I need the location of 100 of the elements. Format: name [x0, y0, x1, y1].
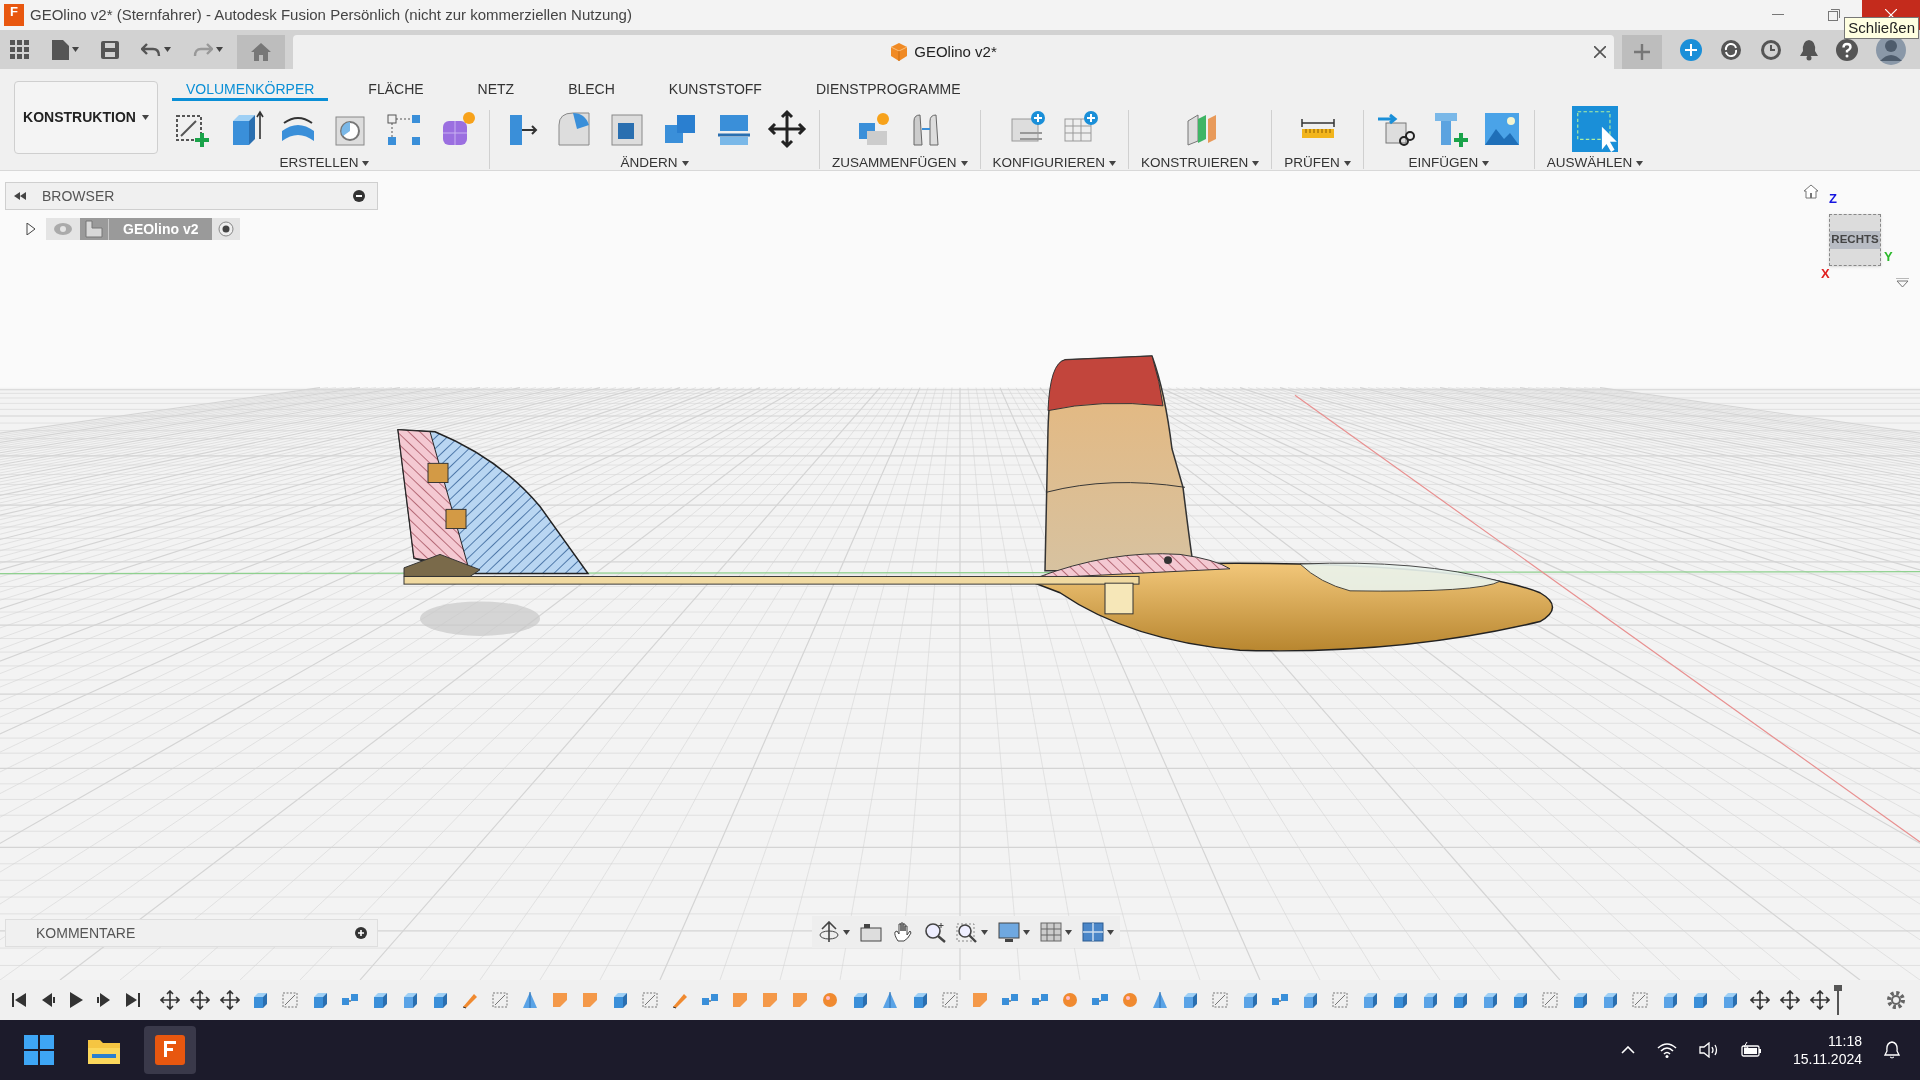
document-tab[interactable]: GEOlino v2* — [293, 35, 1614, 69]
sketch-icon[interactable] — [1330, 990, 1350, 1010]
sketch-icon[interactable] — [490, 990, 510, 1010]
app-logo-icon — [155, 1035, 185, 1065]
group-menu[interactable]: AUSWÄHLEN — [1546, 153, 1644, 174]
radio-icon[interactable] — [218, 221, 235, 237]
save-icon[interactable] — [101, 40, 119, 59]
move-icon[interactable] — [190, 990, 210, 1010]
ribbon-tab[interactable]: DIENSTPROGRAMME — [801, 81, 975, 101]
last-frame-icon[interactable] — [124, 993, 140, 1007]
group-menu[interactable]: ERSTELLEN — [279, 153, 370, 174]
workspace-dropdown[interactable]: KONSTRUKTION — [14, 81, 158, 154]
caret-icon — [1636, 160, 1644, 166]
notification-bell-icon[interactable] — [1884, 1041, 1900, 1059]
ribbon-tab[interactable]: BLECH — [554, 81, 629, 101]
orbit-icon[interactable] — [818, 921, 840, 943]
close-tab-icon[interactable] — [1594, 46, 1606, 58]
group-menu[interactable]: KONFIGURIEREN — [992, 153, 1116, 174]
plus-icon — [1634, 44, 1650, 60]
display-icon[interactable] — [998, 921, 1020, 943]
caret-icon — [164, 47, 171, 52]
caret-icon — [843, 929, 850, 935]
sketch-icon[interactable] — [1540, 990, 1560, 1010]
wifi-icon[interactable] — [1656, 1042, 1677, 1058]
home-button[interactable] — [237, 35, 285, 69]
zoom-window-icon[interactable] — [956, 921, 978, 943]
play-icon[interactable] — [68, 992, 84, 1008]
view-cube[interactable]: RECHTS — [1829, 214, 1881, 266]
bell-icon[interactable] — [1800, 38, 1818, 61]
panel-title: KOMMENTARE — [36, 923, 136, 943]
start-icon[interactable] — [24, 1035, 54, 1065]
axis-label: Z — [1829, 190, 1837, 208]
caret-icon — [216, 47, 223, 52]
grid-icon[interactable] — [1040, 922, 1062, 942]
sketch-icon[interactable] — [1210, 990, 1230, 1010]
caret-icon — [1252, 160, 1260, 166]
sketch-icon[interactable] — [280, 990, 300, 1010]
window-title: GEOlino v2* (Sternfahrer) - Autodesk Fusion Persönlich (nicht zur kommerziellen Nutzung) — [30, 4, 632, 25]
new-tab-button[interactable] — [1622, 35, 1662, 69]
zoom-icon[interactable] — [924, 921, 946, 943]
document-title: GEOlino v2* — [914, 41, 997, 62]
caret-icon — [1343, 160, 1351, 166]
camera-icon[interactable] — [860, 922, 882, 942]
help-icon[interactable] — [1836, 38, 1858, 61]
chevron-up-icon[interactable] — [1620, 1046, 1635, 1054]
viewports-icon[interactable] — [1082, 922, 1104, 942]
battery-icon[interactable] — [1740, 1042, 1763, 1058]
undo-icon[interactable] — [141, 41, 161, 58]
triangle-icon[interactable] — [1150, 990, 1170, 1010]
group-menu[interactable]: ZUSAMMENFÜGEN — [832, 153, 968, 174]
view-menu-icon[interactable] — [1896, 278, 1909, 288]
add-comment-icon[interactable] — [355, 927, 367, 939]
sketch-icon[interactable] — [940, 990, 960, 1010]
axis-label: Y — [1884, 248, 1893, 266]
previous-icon[interactable] — [40, 993, 56, 1007]
triangle-icon[interactable] — [880, 990, 900, 1010]
ribbon-tab[interactable]: KUNSTSTOFF — [654, 81, 776, 101]
timeline-marker[interactable] — [1834, 985, 1842, 1015]
minimize-icon — [1772, 14, 1784, 16]
apps-grid-icon[interactable] — [10, 39, 30, 60]
ribbon-tab[interactable]: NETZ — [463, 81, 529, 101]
sync-icon[interactable] — [1720, 38, 1742, 61]
triangle-icon[interactable] — [520, 990, 540, 1010]
caret-icon — [72, 47, 79, 52]
file-icon[interactable] — [52, 39, 69, 60]
settings-icon[interactable] — [1886, 990, 1906, 1010]
restore-icon — [1828, 9, 1840, 21]
group-menu[interactable]: PRÜFEN — [1284, 153, 1351, 174]
collapse-icon[interactable] — [14, 192, 26, 200]
app-icon: F — [4, 4, 24, 26]
move-icon[interactable] — [1810, 990, 1830, 1010]
fusion-app-button[interactable] — [144, 1026, 196, 1074]
first-frame-icon[interactable] — [12, 993, 28, 1007]
pan-hand-icon[interactable] — [892, 921, 914, 943]
caret-icon — [1107, 929, 1114, 935]
component-icon — [85, 220, 103, 238]
sketch-icon[interactable] — [640, 990, 660, 1010]
move-icon[interactable] — [767, 109, 807, 149]
group-menu[interactable]: KONSTRUIEREN — [1141, 153, 1260, 174]
panel-title: BROWSER — [42, 186, 115, 206]
expand-arrow-icon[interactable] — [26, 223, 36, 235]
home-view-icon[interactable] — [1803, 184, 1819, 199]
move-icon[interactable] — [1780, 990, 1800, 1010]
caret-icon — [141, 115, 149, 120]
ribbon-tab[interactable]: FLÄCHE — [354, 81, 438, 101]
axis-label: X — [1821, 265, 1830, 283]
clock-icon[interactable] — [1760, 38, 1782, 61]
minimize-panel-icon[interactable] — [353, 190, 365, 202]
sketch-icon[interactable] — [1630, 990, 1650, 1010]
caret-icon — [1482, 160, 1490, 166]
volume-icon[interactable] — [1698, 1042, 1719, 1058]
move-icon[interactable] — [220, 990, 240, 1010]
next-icon[interactable] — [96, 993, 112, 1007]
caret-icon — [1065, 929, 1072, 935]
clock[interactable]: 11:18 15.11.2024 — [1792, 1032, 1862, 1068]
select-icon[interactable] — [1572, 106, 1619, 152]
group-menu[interactable]: ÄNDERN — [620, 153, 689, 174]
move-icon[interactable] — [160, 990, 180, 1010]
group-menu[interactable]: EINFÜGEN — [1408, 153, 1490, 174]
move-icon[interactable] — [1750, 990, 1770, 1010]
